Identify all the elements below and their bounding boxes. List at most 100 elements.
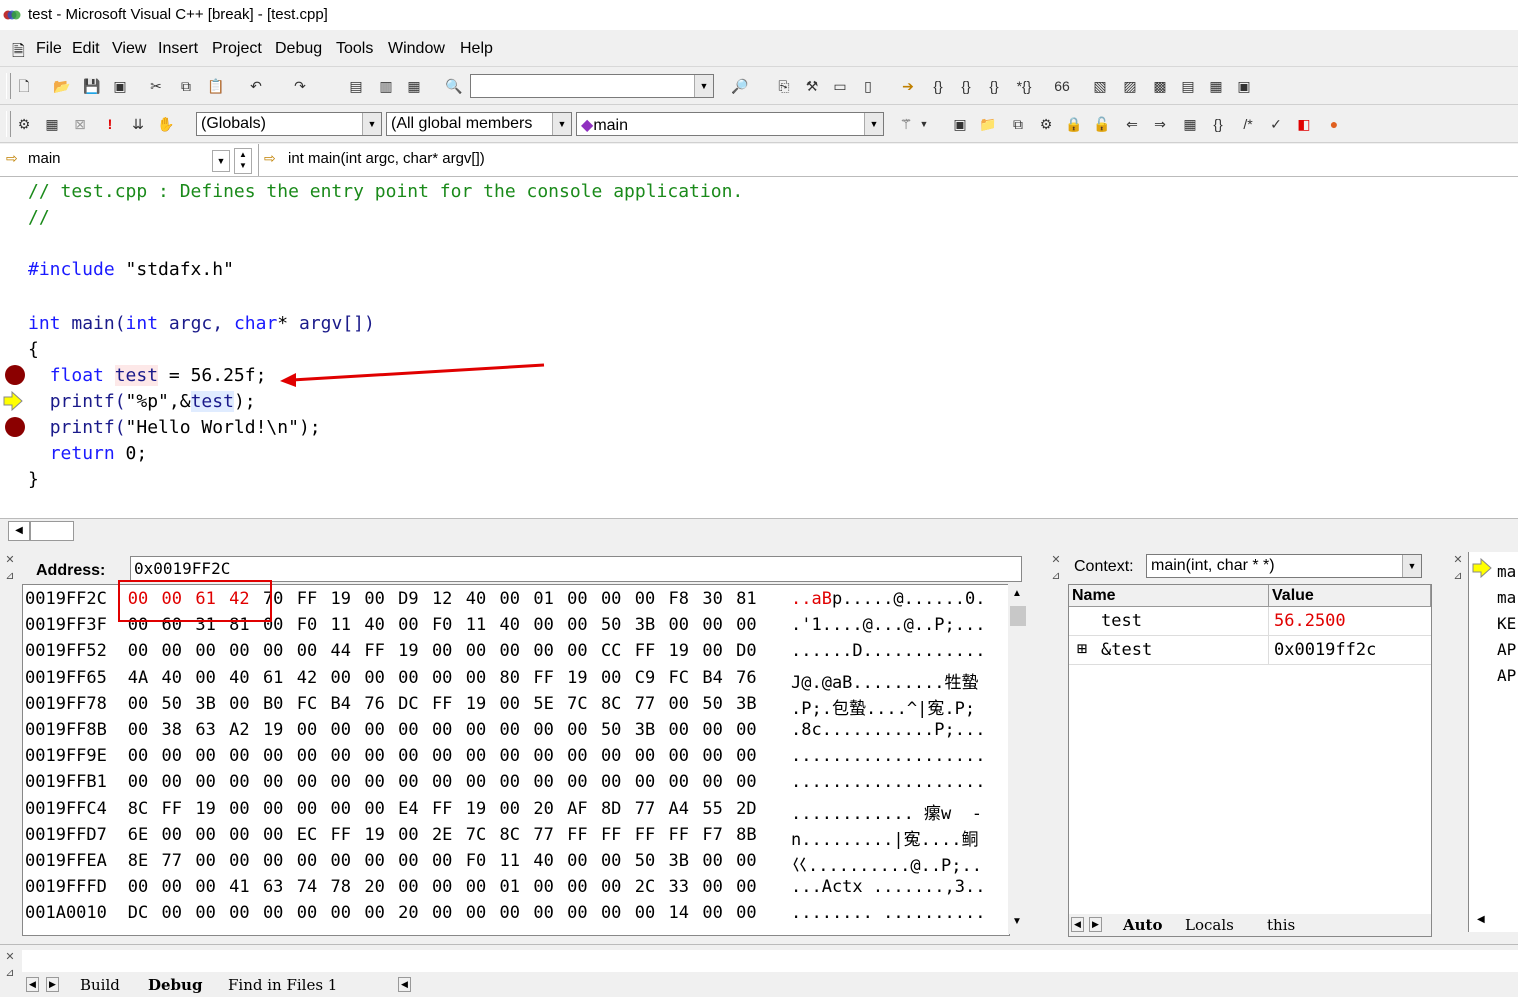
arrow-left-icon[interactable]: ⇐ bbox=[1122, 114, 1142, 134]
memory-byte[interactable]: 4A bbox=[123, 668, 153, 688]
dock-icon[interactable]: ⊿ bbox=[1050, 570, 1062, 582]
chevron-down-icon[interactable]: ▼ bbox=[1012, 916, 1022, 927]
memory-byte[interactable]: 00 bbox=[495, 589, 525, 609]
memory-byte[interactable]: 00 bbox=[157, 903, 187, 923]
memory-byte[interactable]: 00 bbox=[292, 851, 322, 871]
memory-row[interactable]: 0019FFB1 00 00 00 00 00 00 00 00 00 00 00 00 00 00 00 00… bbox=[25, 772, 1009, 794]
memory-byte[interactable]: 00 bbox=[630, 772, 660, 792]
memory-byte[interactable]: 00 bbox=[191, 903, 221, 923]
function-combo[interactable]: ◆main ▼ bbox=[576, 112, 884, 136]
windows-icon[interactable]: ▦ bbox=[404, 76, 424, 96]
compile-icon[interactable]: ⎘ bbox=[774, 76, 794, 96]
memory-row[interactable]: 0019FF8B 00 38 63 A2 19 00 00 00 00 00 00 00 00 00 50 3B… bbox=[25, 720, 1009, 742]
memory-byte[interactable]: 3B bbox=[191, 694, 221, 714]
chevron-up-icon[interactable]: ▲ bbox=[1012, 588, 1022, 599]
memory-byte[interactable]: 12 bbox=[427, 589, 457, 609]
memory-byte[interactable]: 44 bbox=[326, 641, 356, 661]
memory-byte[interactable]: 00 bbox=[427, 720, 457, 740]
memory-byte[interactable]: 00 bbox=[427, 772, 457, 792]
memory-byte[interactable]: 00 bbox=[529, 903, 559, 923]
memory-byte[interactable]: 00 bbox=[596, 668, 626, 688]
memory-byte[interactable]: B0 bbox=[258, 694, 288, 714]
menu-file[interactable]: File bbox=[36, 40, 62, 58]
variables-grid[interactable]: Name Value test 56.2500 ⊞ &test 0x0019ff… bbox=[1068, 584, 1432, 916]
menu-debug[interactable]: Debug bbox=[275, 40, 322, 58]
memory-byte[interactable]: 19 bbox=[664, 641, 694, 661]
step-into-icon[interactable]: {} bbox=[928, 76, 948, 96]
memory-byte[interactable]: 00 bbox=[123, 720, 153, 740]
memory-byte[interactable]: 00 bbox=[427, 903, 457, 923]
memory-byte[interactable]: 00 bbox=[529, 772, 559, 792]
workspace-icon[interactable]: ▤ bbox=[346, 76, 366, 96]
memory-byte[interactable]: 00 bbox=[461, 668, 491, 688]
tab-build[interactable]: Build bbox=[80, 976, 120, 994]
memory-byte[interactable]: 76 bbox=[360, 694, 390, 714]
memory-byte[interactable]: AF bbox=[562, 799, 592, 819]
menu-window[interactable]: Window bbox=[388, 40, 445, 58]
memory-byte[interactable]: 30 bbox=[698, 589, 728, 609]
memory-byte[interactable]: 00 bbox=[562, 772, 592, 792]
memory-byte[interactable]: EC bbox=[292, 825, 322, 845]
memory-byte[interactable]: 81 bbox=[731, 589, 761, 609]
undo-icon[interactable]: ↶ bbox=[246, 76, 266, 96]
column-header-value[interactable]: Value bbox=[1269, 585, 1431, 607]
dock-icon[interactable]: ⊿ bbox=[1452, 570, 1464, 582]
memory-byte[interactable]: 77 bbox=[157, 851, 187, 871]
memory-byte[interactable]: 00 bbox=[224, 903, 254, 923]
compile-file-icon[interactable]: ⚙ bbox=[14, 114, 34, 134]
memory-byte[interactable]: FF bbox=[529, 668, 559, 688]
memory-byte[interactable]: 00 bbox=[360, 668, 390, 688]
registers-window-icon[interactable]: ▩ bbox=[1150, 76, 1170, 96]
memory-byte[interactable]: 00 bbox=[562, 851, 592, 871]
memory-row[interactable]: 0019FFC4 8C FF 19 00 00 00 00 00 E4 FF 19 00 20 AF 8D 77… bbox=[25, 799, 1009, 824]
memory-byte[interactable]: 00 bbox=[562, 877, 592, 897]
memory-byte[interactable]: 00 bbox=[495, 799, 525, 819]
memory-byte[interactable]: 00 bbox=[224, 799, 254, 819]
memory-byte[interactable]: 00 bbox=[157, 825, 187, 845]
memory-row[interactable]: 0019FF9E 00 00 00 00 00 00 00 00 00 00 00 00 00 00 00 00… bbox=[25, 746, 1009, 768]
stop-build-icon[interactable]: ▭ bbox=[830, 76, 850, 96]
spin-buttons[interactable]: ▲ ▼ bbox=[234, 148, 252, 174]
chevron-down-icon[interactable]: ▼ bbox=[914, 114, 934, 134]
memory-byte[interactable]: 01 bbox=[529, 589, 559, 609]
rebuild-icon[interactable]: ▯ bbox=[858, 76, 878, 96]
memory-byte[interactable]: 00 bbox=[664, 772, 694, 792]
chevron-down-icon[interactable]: ▼ bbox=[1402, 555, 1421, 577]
menu-edit[interactable]: Edit bbox=[72, 40, 100, 58]
memory-byte[interactable]: 00 bbox=[664, 746, 694, 766]
memory-byte[interactable]: 00 bbox=[123, 694, 153, 714]
editor-horizontal-scrollbar[interactable]: ◀ bbox=[0, 518, 1518, 541]
memory-byte[interactable]: 19 bbox=[562, 668, 592, 688]
memory-byte[interactable]: 00 bbox=[427, 746, 457, 766]
memory-byte[interactable]: 00 bbox=[596, 589, 626, 609]
memory-grid[interactable]: 0019FF2C 00 00 61 42 70 FF 19 00 D9 12 40 00 01 00 00 00… bbox=[22, 584, 1010, 936]
memory-byte[interactable]: 00 bbox=[326, 799, 356, 819]
memory-byte[interactable]: 00 bbox=[157, 772, 187, 792]
close-icon[interactable]: ✕ bbox=[4, 554, 16, 566]
memory-window-icon[interactable]: ▤ bbox=[1178, 76, 1198, 96]
chevron-down-icon[interactable]: ▼ bbox=[362, 113, 381, 135]
menu-insert[interactable]: Insert bbox=[158, 40, 198, 58]
memory-byte[interactable]: 00 bbox=[495, 746, 525, 766]
memory-byte[interactable]: 00 bbox=[326, 668, 356, 688]
memory-byte[interactable]: 3B bbox=[630, 720, 660, 740]
save-all-icon[interactable]: ▣ bbox=[110, 76, 130, 96]
memory-byte[interactable]: 00 bbox=[326, 903, 356, 923]
stop-icon[interactable]: ⊠ bbox=[70, 114, 90, 134]
memory-byte[interactable]: D0 bbox=[731, 641, 761, 661]
memory-byte[interactable]: 00 bbox=[698, 641, 728, 661]
memory-byte[interactable]: F0 bbox=[461, 851, 491, 871]
memory-byte[interactable]: 00 bbox=[529, 877, 559, 897]
memory-byte[interactable]: 00 bbox=[495, 772, 525, 792]
memory-byte[interactable]: 00 bbox=[360, 720, 390, 740]
memory-byte[interactable]: 00 bbox=[258, 799, 288, 819]
tab-scroll-left-icon[interactable]: ◀ bbox=[26, 977, 39, 992]
memory-byte[interactable]: 19 bbox=[258, 720, 288, 740]
memory-byte[interactable]: 00 bbox=[529, 746, 559, 766]
memory-byte[interactable]: 8C bbox=[495, 825, 525, 845]
memory-row[interactable]: 0019FFEA 8E 77 00 00 00 00 00 00 00 00 F0 11 40 00 00 50… bbox=[25, 851, 1009, 876]
close-icon[interactable]: ✕ bbox=[1452, 554, 1464, 566]
memory-byte[interactable]: 00 bbox=[529, 641, 559, 661]
memory-byte[interactable]: 00 bbox=[326, 851, 356, 871]
find-in-files-icon[interactable]: 🔍 bbox=[444, 76, 464, 96]
